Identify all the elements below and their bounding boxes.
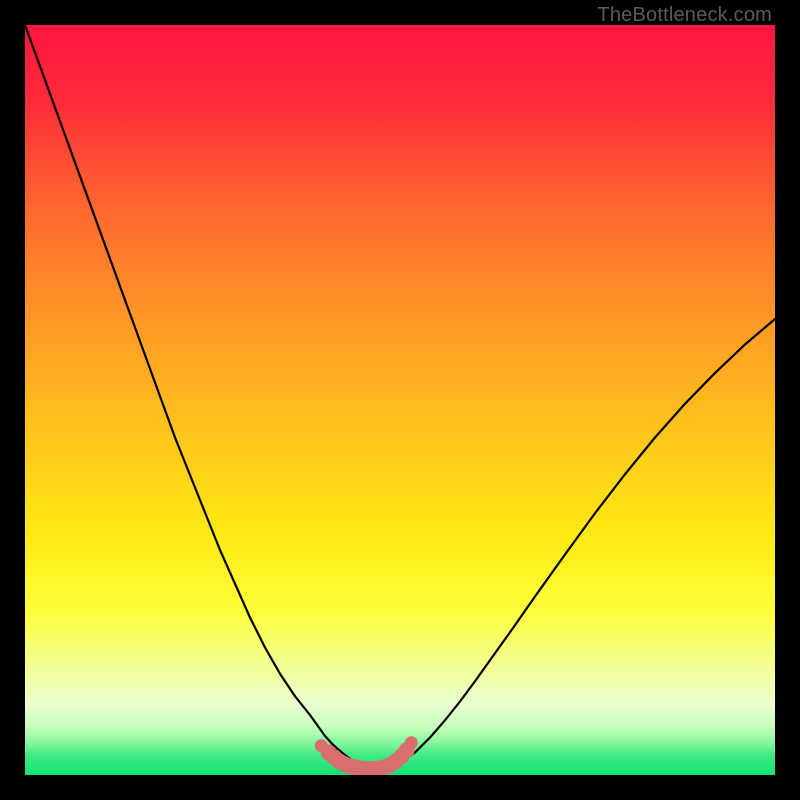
bottleneck-curve: [25, 25, 775, 775]
line-series: [25, 25, 775, 769]
valley-marker: [405, 736, 418, 749]
watermark-label: TheBottleneck.com: [597, 4, 772, 27]
chart-frame: TheBottleneck.com: [0, 0, 800, 800]
plot-area: [25, 25, 775, 775]
